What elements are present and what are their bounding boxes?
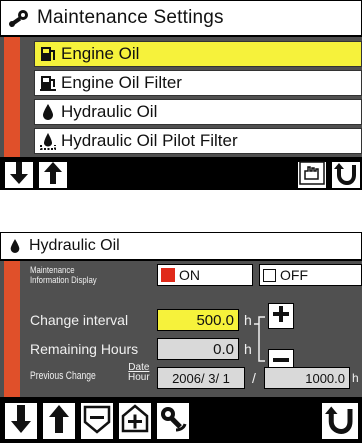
- increment-button[interactable]: [117, 401, 153, 441]
- arrow-down-button[interactable]: [3, 401, 39, 441]
- sidebar-accent: [4, 261, 20, 397]
- on-option[interactable]: ON: [157, 264, 253, 286]
- list-item-label: Hydraulic Oil: [61, 102, 158, 121]
- on-label: ON: [179, 267, 200, 283]
- remaining-hours-field: 0.0: [157, 338, 239, 360]
- list-item-label: Hydraulic Oil Pilot Filter: [61, 131, 238, 150]
- previous-hours-unit: h: [352, 371, 359, 385]
- return-button[interactable]: [320, 401, 360, 441]
- plus-box-icon: [120, 403, 150, 439]
- date-hour-separator: /: [252, 370, 256, 386]
- decrement-button[interactable]: [79, 401, 115, 441]
- button-bar: [0, 158, 362, 190]
- plus-icon: [271, 304, 291, 329]
- increase-button[interactable]: [268, 303, 294, 329]
- maintenance-settings-screen: Maintenance Settings Engine Oil Engine O…: [0, 0, 362, 190]
- reset-wrench-icon: [158, 404, 188, 439]
- remaining-hours-label: Remaining Hours: [30, 341, 139, 357]
- return-icon: [325, 404, 355, 439]
- title-bar: Maintenance Settings: [0, 0, 362, 36]
- title-bar: Hydraulic Oil: [0, 232, 362, 260]
- off-label: OFF: [280, 267, 308, 283]
- display-label: Maintenance Information Display: [30, 265, 97, 286]
- arrow-up-icon: [48, 404, 70, 439]
- previous-hours-field: 1000.0: [264, 367, 350, 389]
- list-item-hydraulic-oil[interactable]: Hydraulic Oil: [34, 99, 362, 125]
- drop-filter-icon: [35, 129, 61, 153]
- change-interval-label: Change interval: [30, 312, 129, 328]
- return-icon: [334, 161, 358, 190]
- list-item-engine-oil[interactable]: Engine Oil: [34, 41, 362, 67]
- page-title: Maintenance Settings: [37, 7, 224, 28]
- wrench-gear-icon: [1, 0, 37, 36]
- off-option[interactable]: OFF: [259, 264, 362, 286]
- bracket-line: [254, 316, 265, 362]
- date-hour-label: Date Hour: [128, 362, 150, 383]
- page-title: Hydraulic Oil: [29, 237, 120, 254]
- arrow-up-icon: [43, 161, 63, 190]
- change-interval-field[interactable]: 500.0: [157, 309, 239, 331]
- arrow-up-button[interactable]: [41, 401, 77, 441]
- filter-icon: [35, 71, 61, 95]
- arrow-up-button[interactable]: [37, 160, 69, 190]
- button-bar: [0, 399, 362, 443]
- previous-change-label: Previous Change: [30, 370, 96, 382]
- minus-box-icon: [82, 404, 112, 439]
- previous-date-field: 2006/ 3/ 1: [157, 367, 245, 389]
- reset-button[interactable]: [155, 401, 191, 441]
- arrow-down-icon: [9, 161, 29, 190]
- oil-drop-icon: [35, 100, 61, 124]
- change-interval-unit: h: [244, 312, 252, 328]
- return-button[interactable]: [330, 160, 362, 190]
- on-indicator: [161, 268, 175, 282]
- remaining-hours-unit: h: [244, 341, 252, 357]
- oil-drop-icon: [1, 233, 29, 259]
- list-item-label: Engine Oil Filter: [61, 73, 182, 92]
- off-checkbox: [263, 268, 276, 282]
- list-item-hydraulic-oil-pilot-filter[interactable]: Hydraulic Oil Pilot Filter: [34, 128, 362, 154]
- select-hand-icon: [299, 160, 325, 190]
- list-item-engine-oil-filter[interactable]: Engine Oil Filter: [34, 70, 362, 96]
- settings-panel: Maintenance Information Display ON OFF C…: [0, 261, 362, 397]
- sidebar-accent: [0, 37, 26, 157]
- maintenance-item-list: Engine Oil Engine Oil Filter Hydraulic O…: [0, 37, 362, 157]
- fuel-pump-icon: [35, 42, 61, 66]
- list-item-label: Engine Oil: [61, 44, 140, 63]
- arrow-down-icon: [10, 404, 32, 439]
- select-button[interactable]: [296, 160, 328, 190]
- arrow-down-button[interactable]: [3, 160, 35, 190]
- hydraulic-oil-detail-screen: Hydraulic Oil Maintenance Information Di…: [0, 232, 362, 443]
